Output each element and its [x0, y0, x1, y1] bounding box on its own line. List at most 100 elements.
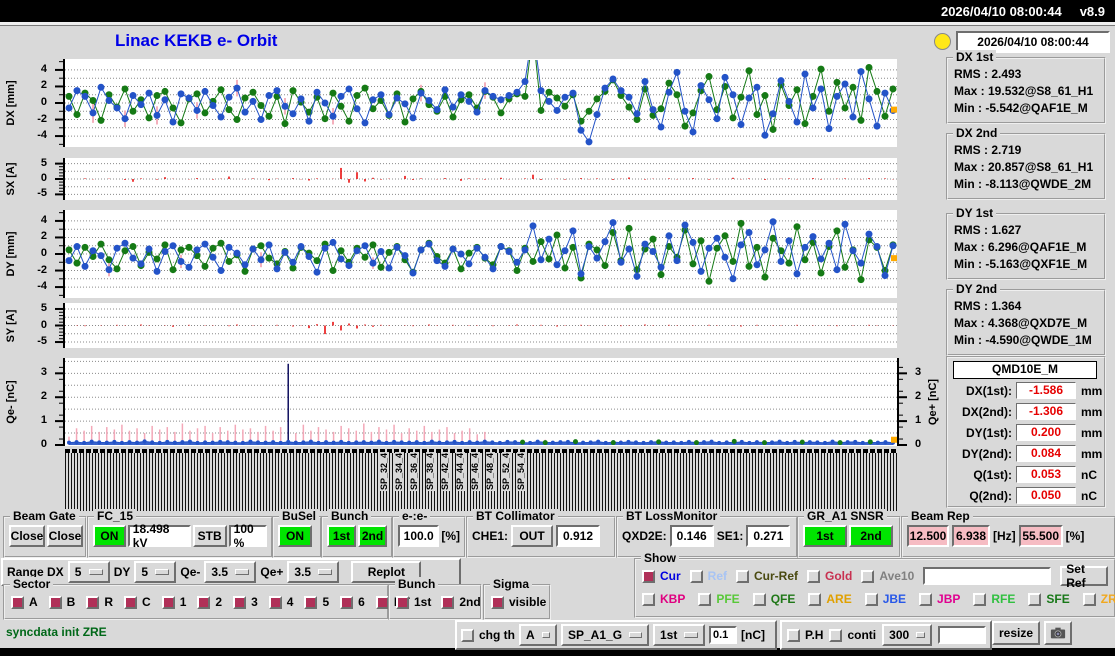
ref-input[interactable] [923, 567, 1052, 585]
checkbox-b[interactable]: B [48, 595, 75, 609]
checkbox-4[interactable]: 4 [268, 595, 293, 609]
checkbox-5[interactable]: 5 [304, 595, 329, 609]
beam-gate-label: Beam Gate [10, 509, 79, 523]
checkbox-indicator[interactable] [864, 592, 878, 606]
checkbox-gold[interactable]: Gold [807, 569, 852, 583]
checkbox-indicator[interactable] [268, 595, 282, 609]
checkbox-label: Gold [825, 569, 853, 583]
range-dx-select[interactable]: 5 [67, 561, 110, 583]
checkbox-indicator[interactable] [233, 595, 247, 609]
gr-a1-1st-button[interactable]: 1st [803, 525, 847, 547]
checkbox-kbp[interactable]: KBP [642, 592, 685, 606]
sp-select[interactable]: SP_A1_G [561, 624, 649, 646]
chg-th-select[interactable]: A [519, 624, 557, 646]
y-tick-label: 0 [40, 438, 47, 450]
checkbox-indicator[interactable] [86, 595, 100, 609]
checkbox-2[interactable]: 2 [197, 595, 222, 609]
checkbox-indicator[interactable] [304, 595, 318, 609]
checkbox-indicator[interactable] [752, 592, 766, 606]
range-qep-select[interactable]: 3.5 [287, 561, 340, 583]
checkbox-indicator[interactable] [808, 592, 822, 606]
checkbox-3[interactable]: 3 [233, 595, 258, 609]
checkbox-indicator[interactable] [396, 595, 409, 609]
checkbox-jbe[interactable]: JBE [864, 592, 906, 606]
fc15-on-button[interactable]: ON [93, 525, 126, 547]
checkbox-indicator[interactable] [919, 592, 933, 606]
chg-th-checkbox[interactable]: chg th [461, 628, 515, 642]
station-label: SP_32_4 [379, 452, 389, 492]
threshold-input[interactable] [709, 626, 737, 644]
checkbox-cur-ref[interactable]: Cur-Ref [736, 569, 798, 583]
checkbox-2nd[interactable]: 2nd [441, 595, 481, 609]
num-select[interactable]: 300 [882, 624, 933, 646]
y-axis-title: SY [A] [5, 309, 17, 342]
bunch-2nd-button[interactable]: 2nd [358, 525, 387, 547]
checkbox-indicator[interactable] [807, 569, 821, 583]
checkbox-cur[interactable]: Cur [642, 569, 681, 583]
che1-out-button[interactable]: OUT [511, 525, 554, 547]
checkbox-indicator[interactable] [1082, 592, 1096, 606]
checkbox-c[interactable]: C [124, 595, 151, 609]
checkbox-qfe[interactable]: QFE [752, 592, 795, 606]
checkbox-1[interactable]: 1 [161, 595, 186, 609]
checkbox-indicator[interactable] [491, 595, 504, 609]
checkbox-indicator[interactable] [461, 628, 474, 642]
range-qem-select[interactable]: 3.5 [204, 561, 257, 583]
y-tick-label: -5 [37, 335, 47, 348]
checkbox-indicator[interactable] [642, 569, 655, 583]
checkbox-indicator[interactable] [197, 595, 211, 609]
station-label-strip: SP_32_4 SP_34_4 SP_36_4 SP_38_4 SP_42_4 SP_44… [65, 449, 897, 511]
checkbox-are[interactable]: ARE [808, 592, 852, 606]
checkbox-indicator[interactable] [1028, 592, 1042, 606]
checkbox-indicator[interactable] [340, 595, 354, 609]
checkbox-jbp[interactable]: JBP [919, 592, 960, 606]
checkbox-indicator[interactable] [973, 592, 987, 606]
stat-row: Min : -5.163@QXF1E_M [954, 257, 1088, 271]
checkbox-r[interactable]: R [86, 595, 113, 609]
checkbox-indicator[interactable] [11, 595, 24, 609]
conti-checkbox[interactable]: conti [829, 628, 876, 642]
checkbox-visible[interactable]: visible [491, 595, 546, 609]
range-qem-label: Qe- [180, 565, 201, 579]
ph-checkbox[interactable]: P.H [787, 628, 823, 642]
checkbox-a[interactable]: A [11, 595, 38, 609]
checkbox-indicator[interactable] [161, 595, 175, 609]
checkbox-indicator[interactable] [124, 595, 138, 609]
y-tick-label: 3 [40, 366, 47, 379]
checkbox-indicator[interactable] [642, 592, 655, 606]
monitor-row: DX(1st): -1.586 mm [948, 382, 1104, 400]
checkbox-sfe[interactable]: SFE [1028, 592, 1070, 606]
resize-button[interactable]: resize [992, 621, 1040, 645]
checkbox-indicator[interactable] [787, 628, 800, 642]
bunch-1st-button[interactable]: 1st [327, 525, 356, 547]
checkbox-ave10[interactable]: Ave10 [861, 569, 914, 583]
busel-on-button[interactable]: ON [278, 525, 312, 547]
checkbox-label: ZRE [1100, 592, 1115, 606]
range-dy-select[interactable]: 5 [134, 561, 177, 583]
checkbox-indicator[interactable] [829, 628, 843, 642]
fc15-stb-button[interactable]: STB [192, 525, 227, 547]
checkbox-indicator[interactable] [48, 595, 62, 609]
checkbox-pfe[interactable]: PFE [698, 592, 740, 606]
beam-gate-close1-button[interactable]: Close [9, 525, 45, 547]
checkbox-zre[interactable]: ZRE [1082, 592, 1115, 606]
checkbox-indicator[interactable] [736, 569, 750, 583]
stat-row: Min : -8.113@QWDE_2M [954, 177, 1092, 191]
checkbox-indicator[interactable] [441, 595, 455, 609]
monitor-row-value: 0.200 [1016, 424, 1076, 441]
extra-input[interactable] [938, 626, 987, 644]
checkbox-indicator[interactable] [861, 569, 875, 583]
set-ref-button[interactable]: Set Ref [1060, 562, 1108, 590]
bunch-select[interactable]: 1st [653, 624, 705, 646]
checkbox-6[interactable]: 6 [340, 595, 365, 609]
snapshot-button[interactable] [1044, 621, 1072, 645]
checkbox-indicator[interactable] [698, 592, 712, 606]
checkbox-1st[interactable]: 1st [396, 595, 431, 609]
checkbox-indicator[interactable] [375, 595, 389, 609]
checkbox-indicator[interactable] [689, 569, 703, 583]
beam-gate-close2-button[interactable]: Close [47, 525, 83, 547]
monitor-row-unit: mm [1081, 384, 1103, 398]
gr-a1-2nd-button[interactable]: 2nd [849, 525, 893, 547]
checkbox-rfe[interactable]: RFE [973, 592, 1015, 606]
checkbox-ref[interactable]: Ref [689, 569, 727, 583]
